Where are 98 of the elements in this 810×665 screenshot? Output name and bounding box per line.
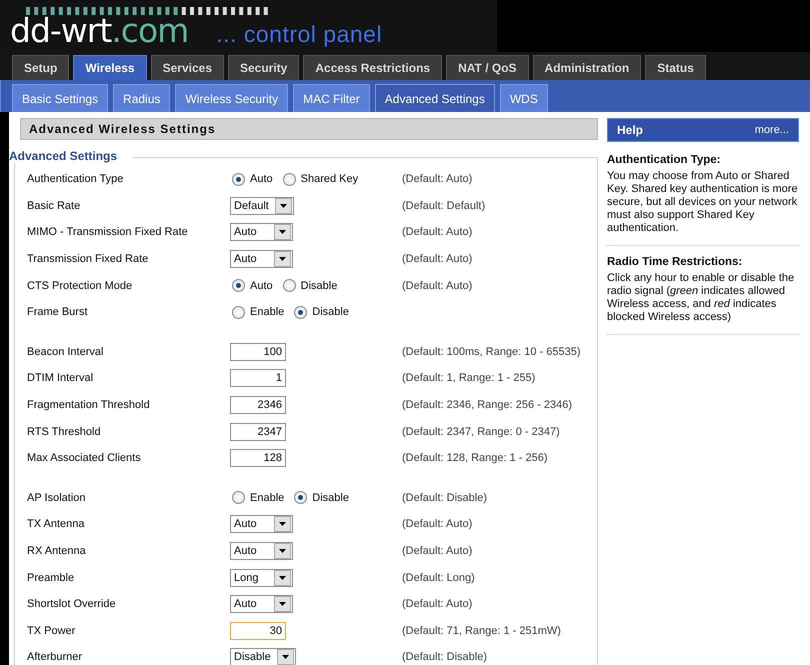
help-text: Click any hour to enable or disable the radio signal (green indicates allowed Wireless access, and red indicates blocked Wireless access) bbox=[607, 272, 796, 324]
radio-label: Enable bbox=[250, 306, 284, 318]
setting-label: Transmission Fixed Rate bbox=[27, 253, 150, 266]
section-title: Advanced Wireless Settings bbox=[20, 118, 598, 140]
default-hint: (Default: Auto) bbox=[402, 253, 472, 266]
radio-label: Disable bbox=[312, 306, 349, 318]
dropdown[interactable]: Auto bbox=[230, 542, 293, 560]
fieldset-legend: Advanced Settings bbox=[9, 149, 134, 163]
radio-label: Enable bbox=[250, 492, 284, 504]
setting-label: DTIM Interval bbox=[27, 372, 94, 384]
default-hint: (Default: 128, Range: 1 - 256) bbox=[402, 452, 548, 464]
nav-tab[interactable]: Access Restrictions bbox=[303, 55, 442, 80]
help-heading: Radio Time Restrictions: bbox=[607, 256, 744, 268]
subtab[interactable]: Wireless Security bbox=[175, 84, 288, 112]
nav-tab[interactable]: Security bbox=[228, 55, 300, 80]
nav-tab[interactable]: Services bbox=[150, 55, 224, 80]
setting-label: RTS Threshold bbox=[27, 426, 102, 438]
setting-label: Authentication Type bbox=[27, 173, 124, 186]
default-hint: (Default: Long) bbox=[402, 572, 475, 584]
radio-label: Disable bbox=[312, 492, 349, 504]
default-hint: (Default: 1, Range: 1 - 255) bbox=[402, 372, 536, 384]
help-heading: Authentication Type: bbox=[607, 154, 722, 166]
caret-icon bbox=[279, 549, 286, 554]
default-hint: (Default: Auto) bbox=[402, 280, 472, 292]
dropdown[interactable]: Disable bbox=[230, 648, 296, 665]
default-hint: (Default: Auto) bbox=[402, 226, 472, 238]
help-title: Help bbox=[617, 123, 644, 137]
radio-button[interactable] bbox=[282, 279, 296, 292]
dropdown[interactable]: Long bbox=[230, 568, 293, 587]
caret-icon bbox=[280, 204, 287, 208]
dropdown[interactable]: Auto bbox=[230, 250, 293, 268]
input-field[interactable]: 2346 bbox=[230, 396, 286, 414]
setting-label: Shortslot Override bbox=[27, 598, 117, 610]
radio-label: Disable bbox=[300, 280, 338, 292]
default-hint: (Default: Auto) bbox=[402, 518, 472, 530]
setting-label: Fragmentation Threshold bbox=[27, 399, 151, 412]
radio-button[interactable] bbox=[294, 491, 308, 504]
setting-label: CTS Protection Mode bbox=[27, 280, 134, 292]
setting-label: Beacon Interval bbox=[27, 346, 104, 358]
logo-stripe-icon bbox=[26, 7, 271, 15]
setting-label: AP Isolation bbox=[27, 492, 87, 504]
subtab[interactable]: WDS bbox=[500, 84, 548, 112]
caret-icon bbox=[279, 576, 286, 580]
input-field[interactable]: 128 bbox=[230, 449, 286, 468]
setting-label: Frame Burst bbox=[27, 306, 89, 318]
caret-icon bbox=[279, 230, 286, 234]
subtab[interactable]: Advanced Settings bbox=[374, 84, 495, 112]
setting-label: Preamble bbox=[27, 572, 76, 584]
more-link[interactable]: more... bbox=[754, 124, 789, 136]
setting-label: Max Associated Clients bbox=[27, 452, 142, 464]
dropdown[interactable]: Auto bbox=[230, 223, 293, 242]
dropdown[interactable]: Default bbox=[230, 196, 294, 215]
nav-tab[interactable]: Status bbox=[645, 55, 706, 80]
radio-label: Auto bbox=[250, 280, 273, 292]
nav-tab[interactable]: Setup bbox=[12, 55, 70, 80]
radio-button[interactable] bbox=[232, 172, 245, 186]
radio-label: Shared Key bbox=[300, 173, 358, 186]
input-field[interactable]: 30 bbox=[230, 622, 286, 640]
tagline: ... control panel bbox=[216, 20, 382, 49]
default-hint: (Default: Auto) bbox=[402, 598, 472, 610]
input-field[interactable]: 100 bbox=[230, 342, 286, 361]
subtab[interactable]: MAC Filter bbox=[293, 84, 370, 112]
caret-icon bbox=[279, 257, 286, 262]
radio-label: Auto bbox=[250, 173, 273, 186]
nav-tab[interactable]: Administration bbox=[532, 55, 642, 80]
default-hint: (Default: Auto) bbox=[402, 545, 472, 558]
setting-label: Basic Rate bbox=[27, 200, 82, 212]
caret-icon bbox=[282, 655, 289, 660]
radio-button[interactable] bbox=[232, 279, 245, 292]
radio-button[interactable] bbox=[294, 306, 308, 319]
subtab[interactable]: Radius bbox=[113, 84, 170, 112]
default-hint: (Default: 100ms, Range: 10 - 65535) bbox=[402, 346, 581, 358]
input-field[interactable]: 2347 bbox=[230, 422, 286, 441]
nav-tab[interactable]: Wireless bbox=[73, 55, 147, 80]
radio-button[interactable] bbox=[282, 172, 296, 186]
logo: dd-wrt.com bbox=[10, 13, 188, 49]
setting-label: RX Antenna bbox=[27, 545, 87, 558]
setting-label: Afterburner bbox=[27, 651, 84, 664]
caret-icon bbox=[279, 522, 286, 526]
setting-label: TX Antenna bbox=[27, 518, 86, 530]
setting-label: MIMO - Transmission Fixed Rate bbox=[27, 226, 189, 238]
radio-button[interactable] bbox=[232, 491, 245, 504]
setting-label: TX Power bbox=[27, 624, 76, 637]
default-hint: (Default: Default) bbox=[402, 200, 486, 212]
dropdown[interactable]: Auto bbox=[230, 595, 293, 614]
default-hint: (Default: 2347, Range: 0 - 2347) bbox=[402, 426, 560, 438]
radio-button[interactable] bbox=[232, 306, 245, 319]
default-hint: (Default: 71, Range: 1 - 251mW) bbox=[402, 624, 561, 637]
subtab[interactable]: Basic Settings bbox=[12, 84, 108, 112]
dropdown[interactable]: Auto bbox=[230, 515, 293, 534]
caret-icon bbox=[279, 602, 286, 606]
default-hint: (Default: Disable) bbox=[402, 492, 487, 504]
default-hint: (Default: Auto) bbox=[402, 173, 472, 186]
default-hint: (Default: 2346, Range: 256 - 2346) bbox=[402, 399, 572, 412]
nav-tab[interactable]: NAT / QoS bbox=[446, 55, 529, 80]
default-hint: (Default: Disable) bbox=[402, 651, 487, 664]
input-field[interactable]: 1 bbox=[230, 369, 286, 388]
help-text: You may choose from Auto or Shared Key. Shared key authentication is more secure, but all devices on your network must also support Shared Key authentication. bbox=[607, 170, 799, 235]
